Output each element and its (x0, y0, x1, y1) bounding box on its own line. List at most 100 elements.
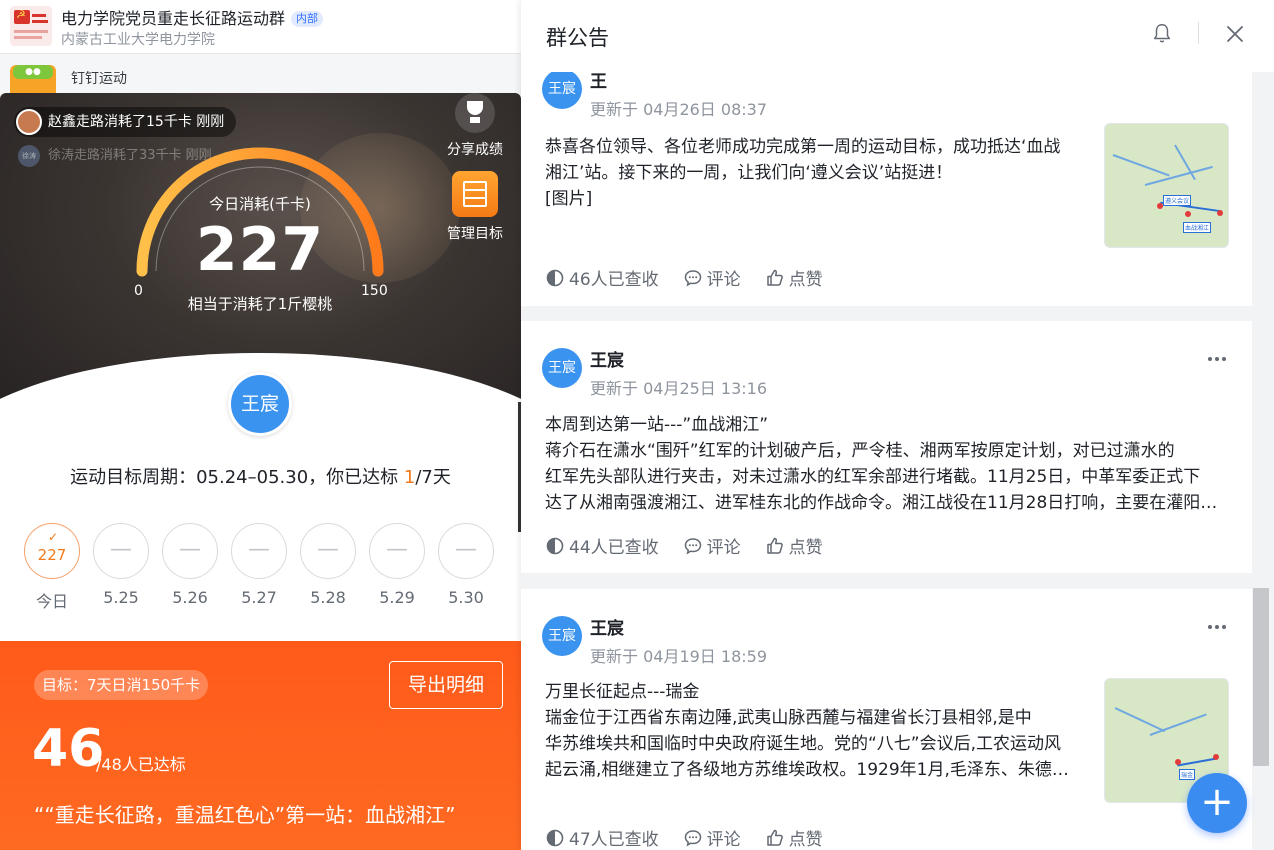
party-flag-icon (14, 8, 30, 24)
ticker-avatar (16, 109, 42, 135)
author-name: 王 (590, 72, 607, 92)
ticker-avatar-faded: 徐涛 (18, 145, 40, 167)
day-circle: 227 (24, 506, 81, 579)
activity-ticker: 赵鑫走路消耗了15千卡 刚刚 (14, 107, 237, 137)
announcement-panel: 群公告 王宸 王 更新于 04月26日 08:37 恭喜各位领导、各位老师成功完… (521, 0, 1274, 850)
like-label: 点赞 (788, 270, 823, 290)
body-line: 红军先头部队进行夹击，对未过潇水的红军余部进行堵截。11月25日，中革军委正式下 (545, 467, 1201, 487)
scrollbar-thumb[interactable] (1253, 588, 1269, 766)
read-receipt[interactable]: 44人已查收 (545, 533, 659, 558)
read-count: 44人已查收 (569, 538, 659, 558)
comment-button[interactable]: 评论 (683, 533, 741, 558)
like-button[interactable]: 点赞 (765, 265, 823, 290)
day-item[interactable]: — 5.30 (438, 523, 494, 607)
announcement-body: 本周到达第一站---”血战湘江” 蒋介石在潇水“围歼”红军的计划破产后，严令桂、… (545, 412, 1235, 516)
card-actions: 44人已查收 评论 点赞 (545, 533, 823, 558)
day-item[interactable]: — 5.29 (369, 523, 425, 607)
announcement-feed: 王宸 王 更新于 04月26日 08:37 恭喜各位领导、各位老师成功完成第一周… (521, 72, 1252, 850)
more-icon[interactable] (1207, 356, 1227, 362)
updated-time: 更新于 04月25日 13:16 (590, 379, 768, 398)
layers-icon (452, 171, 498, 217)
bell-icon[interactable] (1151, 22, 1173, 44)
body-line: 湘江’站。接下来的一周，让我们向‘遵义会议’站挺进！ (545, 163, 953, 183)
map-label: 遵义会议 (1163, 195, 1192, 206)
achieved-count: 46 (32, 719, 105, 779)
goal-tag: 目标：7天日消150千卡 (34, 670, 209, 700)
author-avatar[interactable]: 王宸 (542, 72, 582, 109)
body-line: 恭喜各位领导、各位老师成功完成第一周的运动目标，成功抵达‘血战 (545, 137, 1061, 157)
close-icon[interactable] (1223, 22, 1247, 46)
comment-label: 评论 (706, 270, 741, 290)
read-count: 46人已查收 (569, 270, 659, 290)
manage-goal-button[interactable]: 管理目标 (442, 171, 508, 243)
export-detail-button[interactable]: 导出明细 (389, 661, 503, 709)
day-item[interactable]: — 5.25 (93, 523, 149, 607)
map-thumbnail[interactable]: 遵义会议 血战湘江 (1104, 123, 1229, 248)
trophy-icon (455, 93, 495, 133)
day-item[interactable]: — 5.28 (300, 523, 356, 607)
gauge-min: 0 (134, 283, 143, 299)
day-label: 5.29 (379, 588, 415, 607)
author-name: 王宸 (590, 351, 624, 371)
like-button[interactable]: 点赞 (765, 825, 823, 850)
announcement-card[interactable]: 王宸 王宸 更新于 04月25日 13:16 本周到达第一站---”血战湘江” … (521, 321, 1252, 573)
share-result-button[interactable]: 分享成绩 (442, 93, 508, 159)
day-circle: — (300, 523, 356, 579)
group-avatar (10, 6, 52, 46)
day-label: 今日 (35, 592, 68, 611)
sport-app-name: 钉钉运动 (71, 71, 127, 87)
announcement-body: 恭喜各位领导、各位老师成功完成第一周的运动目标，成功抵达‘血战 湘江’站。接下来… (545, 134, 1060, 212)
author-name: 王宸 (590, 619, 624, 639)
group-name: 电力学院党员重走长征路运动群 (61, 9, 286, 28)
body-line: 瑞金位于江西省东南边陲,武夷山脉西麓与福建省长汀县相邻,是中 (545, 708, 1032, 728)
half-circle-icon (546, 269, 564, 286)
map-label: 血战湘江 (1183, 222, 1212, 233)
comment-button[interactable]: 评论 (683, 265, 741, 290)
group-subtitle: 内蒙古工业大学电力学院 (61, 32, 215, 48)
comment-label: 评论 (706, 830, 741, 850)
like-button[interactable]: 点赞 (765, 533, 823, 558)
period-text: 运动目标周期：05.24–05.30，你已达标 (70, 467, 404, 488)
thumbs-up-icon (766, 829, 783, 846)
day-label: 5.27 (241, 588, 277, 607)
user-avatar[interactable]: 王宸 (228, 372, 292, 436)
internal-tag: 内部 (291, 11, 324, 27)
day-item[interactable]: — 5.26 (162, 523, 218, 607)
updated-time: 更新于 04月26日 08:37 (590, 100, 768, 119)
body-line: 达了从湘南强渡湘江、进军桂东北的作战命令。湘江战役在11月28日打响，主要在灌阳… (545, 493, 1218, 513)
day-circle: — (231, 523, 287, 579)
announcement-card[interactable]: 王宸 王 更新于 04月26日 08:37 恭喜各位领导、各位老师成功完成第一周… (521, 72, 1252, 306)
card-actions: 47人已查收 评论 点赞 (545, 825, 823, 850)
author-avatar[interactable]: 王宸 (542, 616, 582, 656)
day-circle: — (438, 523, 494, 579)
gauge-max: 150 (361, 283, 388, 299)
day-label: 5.30 (448, 588, 484, 607)
read-count: 47人已查收 (569, 830, 659, 850)
sport-card: 赵鑫走路消耗了15千卡 刚刚 徐涛 徐涛走路消耗了33千卡 刚刚 今日消耗(千卡… (0, 93, 521, 850)
chat-item-group[interactable]: 电力学院党员重走长征路运动群内部 内蒙古工业大学电力学院 (0, 0, 521, 54)
day-item[interactable]: — 5.27 (231, 523, 287, 607)
read-receipt[interactable]: 46人已查收 (545, 265, 659, 290)
calorie-gauge: 今日消耗(千卡) 227 相当于消耗了1斤樱桃 0 150 (130, 143, 390, 323)
ticker-text: 赵鑫走路消耗了15千卡 刚刚 (48, 114, 225, 130)
body-line: [图片] (545, 189, 593, 209)
day-circle: — (369, 523, 425, 579)
more-icon[interactable] (1207, 624, 1227, 630)
comment-button[interactable]: 评论 (683, 825, 741, 850)
panel-header: 群公告 (521, 0, 1274, 72)
add-announcement-button[interactable]: + (1187, 773, 1247, 833)
gauge-title: 今日消耗(千卡) (209, 195, 311, 213)
team-summary: 目标：7天日消150千卡 导出明细 46 /48人已达标 ““重走长征路，重温红… (0, 641, 521, 850)
app-root: 电力学院党员重走长征路运动群内部 内蒙古工业大学电力学院 ●● 钉钉运动 赵鑫走… (0, 0, 1274, 850)
like-label: 点赞 (788, 538, 823, 558)
thumbs-up-icon (766, 537, 783, 554)
chat-item-sport[interactable]: ●● 钉钉运动 (0, 55, 521, 99)
announcement-card[interactable]: 王宸 王宸 更新于 04月19日 18:59 万里长征起点---瑞金 瑞金位于江… (521, 589, 1252, 850)
author-avatar[interactable]: 王宸 (542, 348, 582, 388)
daily-progress: 227 今日 — 5.25 — 5.26 — 5.27 — 5.28 — 5.2… (24, 506, 504, 613)
read-receipt[interactable]: 47人已查收 (545, 825, 659, 850)
day-item[interactable]: 227 今日 (24, 506, 81, 612)
scrollbar[interactable] (1252, 72, 1274, 850)
goal-period: 运动目标周期：05.24–05.30，你已达标 1/7天 (0, 463, 521, 489)
like-label: 点赞 (788, 830, 823, 850)
